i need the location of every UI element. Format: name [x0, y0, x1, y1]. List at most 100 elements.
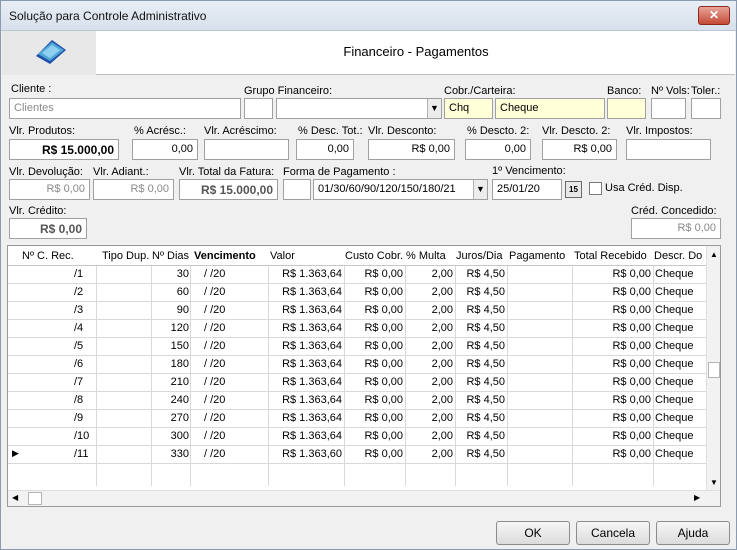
calendar-button[interactable]: 15 — [565, 181, 582, 198]
cell-total[interactable]: R$ 0,00 — [574, 268, 651, 280]
cell-juros[interactable]: R$ 4,50 — [457, 304, 505, 316]
help-button[interactable]: Ajuda — [656, 521, 730, 545]
table-row[interactable]: /8 240 / /20 R$ 1.363,64 R$ 0,00 2,00 R$ 4,50 R… — [8, 392, 708, 410]
cell-descr[interactable]: Cheque — [655, 448, 705, 460]
cell-total[interactable]: R$ 0,00 — [574, 394, 651, 406]
cell-multa[interactable]: 2,00 — [407, 340, 453, 352]
cell-descr[interactable]: Cheque — [655, 304, 705, 316]
cell-juros[interactable]: R$ 4,50 — [457, 286, 505, 298]
col-header-custo[interactable]: Custo Cobr. — [345, 250, 403, 262]
forma-pgto-select[interactable]: 01/30/60/90/120/150/180/21 ▼ — [313, 179, 488, 200]
cell-custo[interactable]: R$ 0,00 — [346, 412, 403, 424]
table-row[interactable]: /9 270 / /20 R$ 1.363,64 R$ 0,00 2,00 R$ 4,50 R… — [8, 410, 708, 428]
table-row[interactable]: /2 60 / /20 R$ 1.363,64 R$ 0,00 2,00 R$ 4,50 R$… — [8, 284, 708, 302]
cell-valor[interactable]: R$ 1.363,64 — [270, 430, 342, 442]
cell-venc[interactable]: / /20 — [204, 412, 264, 424]
cell-multa[interactable]: 2,00 — [407, 286, 453, 298]
cell-multa[interactable]: 2,00 — [407, 394, 453, 406]
table-row[interactable]: /7 210 / /20 R$ 1.363,64 R$ 0,00 2,00 R$ 4,50 R… — [8, 374, 708, 392]
cell-descr[interactable]: Cheque — [655, 430, 705, 442]
vlr-produtos-input[interactable]: R$ 15.000,00 — [9, 139, 119, 160]
horizontal-scroll-thumb[interactable] — [28, 492, 42, 505]
cell-nrec[interactable]: /8 — [74, 394, 102, 406]
table-row[interactable]: /6 180 / /20 R$ 1.363,64 R$ 0,00 2,00 R$ 4,50 R… — [8, 356, 708, 374]
cell-dias[interactable]: 120 — [152, 322, 189, 334]
vlr-desconto-input[interactable]: R$ 0,00 — [368, 139, 455, 160]
cell-descr[interactable]: Cheque — [655, 376, 705, 388]
cell-custo[interactable]: R$ 0,00 — [346, 448, 403, 460]
scroll-right-icon[interactable]: ▶ — [694, 493, 700, 502]
col-header-pagamento[interactable]: Pagamento — [509, 250, 565, 262]
cell-valor[interactable]: R$ 1.363,64 — [270, 340, 342, 352]
table-row[interactable]: /4 120 / /20 R$ 1.363,64 R$ 0,00 2,00 R$ 4,50 R… — [8, 320, 708, 338]
cell-custo[interactable]: R$ 0,00 — [346, 358, 403, 370]
cell-dias[interactable]: 240 — [152, 394, 189, 406]
cliente-input[interactable]: Clientes — [9, 98, 241, 119]
cell-total[interactable]: R$ 0,00 — [574, 358, 651, 370]
cell-venc[interactable]: / /20 — [204, 358, 264, 370]
cell-custo[interactable]: R$ 0,00 — [346, 286, 403, 298]
cell-juros[interactable]: R$ 4,50 — [457, 376, 505, 388]
cell-descr[interactable]: Cheque — [655, 286, 705, 298]
cell-custo[interactable]: R$ 0,00 — [346, 322, 403, 334]
cell-descr[interactable]: Cheque — [655, 268, 705, 280]
parcelas-grid[interactable]: Nº C. Rec. Tipo Dup. Nº Dias Vencimento … — [7, 245, 721, 507]
table-row[interactable]: /5 150 / /20 R$ 1.363,64 R$ 0,00 2,00 R$ 4,50 R… — [8, 338, 708, 356]
cell-multa[interactable]: 2,00 — [407, 376, 453, 388]
cell-multa[interactable]: 2,00 — [407, 268, 453, 280]
cell-venc[interactable]: / /20 — [204, 340, 264, 352]
cell-valor[interactable]: R$ 1.363,64 — [270, 394, 342, 406]
cell-dias[interactable]: 150 — [152, 340, 189, 352]
cell-nrec[interactable]: /2 — [74, 286, 102, 298]
cell-descr[interactable]: Cheque — [655, 412, 705, 424]
cell-venc[interactable]: / /20 — [204, 304, 264, 316]
banco-input[interactable] — [607, 98, 646, 119]
cell-venc[interactable]: / /20 — [204, 394, 264, 406]
cell-nrec[interactable]: /9 — [74, 412, 102, 424]
cell-total[interactable]: R$ 0,00 — [574, 376, 651, 388]
usa-cred-checkbox[interactable] — [589, 182, 602, 195]
nvols-input[interactable] — [651, 98, 686, 119]
table-row[interactable]: /3 90 / /20 R$ 1.363,64 R$ 0,00 2,00 R$ 4,50 R$… — [8, 302, 708, 320]
cell-nrec[interactable]: /3 — [74, 304, 102, 316]
cell-juros[interactable]: R$ 4,50 — [457, 448, 505, 460]
col-header-dias[interactable]: Nº Dias — [152, 250, 189, 262]
col-header-vencimento[interactable]: Vencimento — [194, 250, 256, 262]
cancel-button[interactable]: Cancela — [576, 521, 650, 545]
toler-input[interactable] — [691, 98, 721, 119]
cell-multa[interactable]: 2,00 — [407, 448, 453, 460]
cell-nrec[interactable]: /11 — [74, 448, 102, 460]
cell-nrec[interactable]: /4 — [74, 322, 102, 334]
cell-dias[interactable]: 60 — [152, 286, 189, 298]
cell-valor[interactable]: R$ 1.363,64 — [270, 322, 342, 334]
vlr-acrescimo-input[interactable] — [204, 139, 289, 160]
cell-valor[interactable]: R$ 1.363,64 — [270, 286, 342, 298]
cell-nrec[interactable]: /6 — [74, 358, 102, 370]
table-row[interactable]: ▶ /11 330 / /20 R$ 1.363,60 R$ 0,00 2,00 R$ 4,5… — [8, 446, 708, 464]
vlr-total-input[interactable]: R$ 15.000,00 — [179, 179, 278, 200]
cell-total[interactable]: R$ 0,00 — [574, 430, 651, 442]
cell-custo[interactable]: R$ 0,00 — [346, 430, 403, 442]
cell-juros[interactable]: R$ 4,50 — [457, 394, 505, 406]
cell-total[interactable]: R$ 0,00 — [574, 340, 651, 352]
cell-valor[interactable]: R$ 1.363,64 — [270, 412, 342, 424]
cell-venc[interactable]: / /20 — [204, 430, 264, 442]
col-header-valor[interactable]: Valor — [270, 250, 295, 262]
cred-concedido-input[interactable]: R$ 0,00 — [631, 218, 721, 239]
cell-multa[interactable]: 2,00 — [407, 304, 453, 316]
cobr-carteira-input[interactable]: Cheque — [495, 98, 605, 119]
cell-juros[interactable]: R$ 4,50 — [457, 340, 505, 352]
cell-valor[interactable]: R$ 1.363,64 — [270, 358, 342, 370]
cell-juros[interactable]: R$ 4,50 — [457, 358, 505, 370]
cell-multa[interactable]: 2,00 — [407, 412, 453, 424]
cell-descr[interactable]: Cheque — [655, 340, 705, 352]
col-header-nrec[interactable]: Nº C. Rec. — [22, 250, 74, 262]
cell-venc[interactable]: / /20 — [204, 376, 264, 388]
cell-juros[interactable]: R$ 4,50 — [457, 412, 505, 424]
cell-multa[interactable]: 2,00 — [407, 322, 453, 334]
scroll-up-icon[interactable]: ▲ — [710, 250, 718, 259]
cell-total[interactable]: R$ 0,00 — [574, 286, 651, 298]
vertical-scroll-thumb[interactable] — [708, 362, 720, 378]
cell-multa[interactable]: 2,00 — [407, 358, 453, 370]
scroll-down-icon[interactable]: ▼ — [710, 478, 718, 487]
